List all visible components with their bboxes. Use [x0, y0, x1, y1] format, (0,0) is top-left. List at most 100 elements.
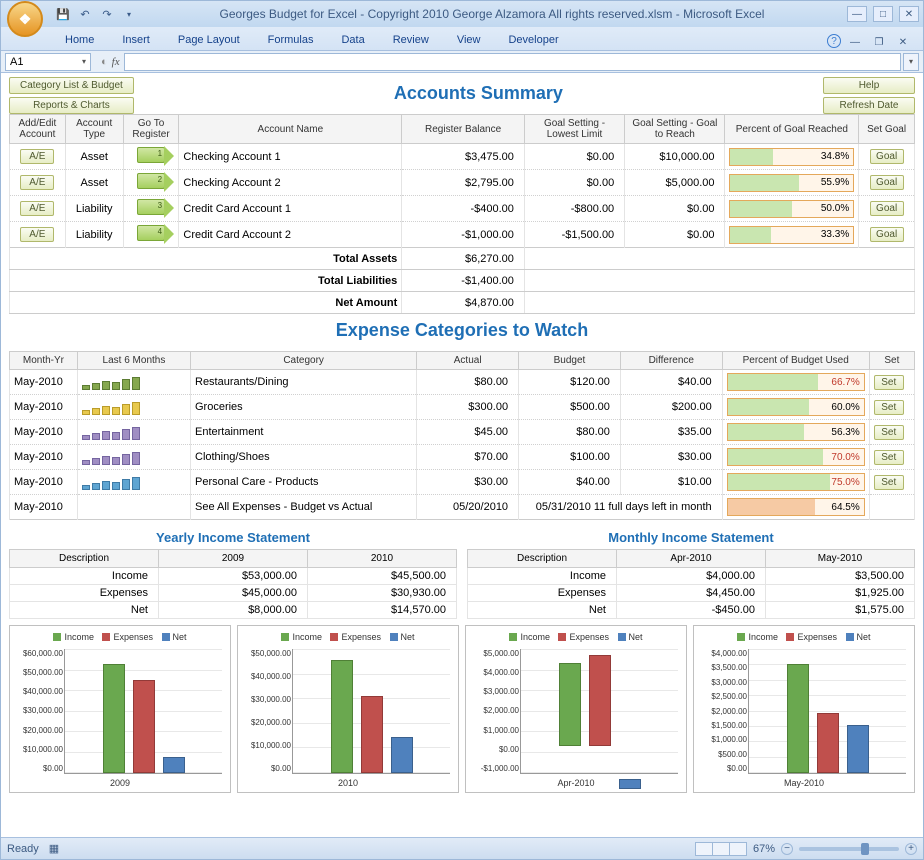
minimize-button[interactable]: — [847, 6, 867, 22]
formula-input[interactable] [124, 53, 901, 71]
goto-arrow-icon[interactable]: 2 [137, 173, 165, 189]
expense-budget: $500.00 [519, 395, 621, 420]
set-button[interactable]: Set [874, 400, 904, 415]
total-row: Total Liabilities -$1,400.00 [10, 270, 915, 292]
goal-button[interactable]: Goal [870, 175, 904, 190]
expense-category: Groceries [191, 395, 417, 420]
goto-arrow-icon[interactable]: 4 [137, 225, 165, 241]
total-row: Total Assets $6,270.00 [10, 248, 915, 270]
reports-charts-button[interactable]: Reports & Charts [9, 97, 134, 114]
tab-view[interactable]: View [443, 30, 495, 50]
statement-value-b: $1,925.00 [766, 585, 915, 602]
goal-button[interactable]: Goal [870, 149, 904, 164]
goal-reach: $0.00 [625, 222, 725, 248]
undo-icon[interactable]: ↶ [77, 6, 93, 22]
help-button[interactable]: Help [823, 77, 915, 94]
goto-arrow-icon[interactable]: 3 [137, 199, 165, 215]
register-balance: $2,795.00 [402, 170, 525, 196]
add-edit-button[interactable]: A/E [20, 149, 54, 164]
name-box[interactable]: A1 ▾ [5, 53, 91, 71]
expand-formula-bar-icon[interactable]: ▾ [903, 53, 919, 71]
statement-row: Expenses $45,000.00 $30,930.00 [10, 585, 457, 602]
tab-insert[interactable]: Insert [108, 30, 164, 50]
fx-icon[interactable]: fx [112, 56, 120, 68]
zoom-in-button[interactable]: + [905, 843, 917, 855]
sparkline [82, 449, 186, 465]
expense-budget: $40.00 [519, 470, 621, 495]
tab-developer[interactable]: Developer [494, 30, 572, 50]
ribbon-tabs: Home Insert Page Layout Formulas Data Re… [1, 27, 923, 51]
zoom-level[interactable]: 67% [753, 843, 775, 855]
monthly-table: Description Apr-2010 May-2010 Income $4,… [467, 549, 915, 619]
expense-budget: $80.00 [519, 420, 621, 445]
sparkline [82, 399, 186, 415]
chart-bar [787, 664, 809, 773]
expense-title: Expense Categories to Watch [9, 314, 915, 351]
help-icon[interactable]: ? [827, 34, 841, 48]
zoom-slider[interactable] [799, 847, 899, 851]
expense-actual: $70.00 [417, 445, 519, 470]
view-buttons[interactable] [696, 842, 747, 856]
yearly-col-desc: Description [10, 550, 159, 568]
maximize-button[interactable]: □ [873, 6, 893, 22]
col-pct-budget: Percent of Budget Used [722, 352, 869, 370]
set-button[interactable]: Set [874, 425, 904, 440]
tab-data[interactable]: Data [327, 30, 378, 50]
chart-bar [619, 779, 641, 789]
account-type: Asset [65, 170, 123, 196]
statement-row: Income $4,000.00 $3,500.00 [468, 568, 915, 585]
zoom-out-button[interactable]: − [781, 843, 793, 855]
account-type: Asset [65, 144, 123, 170]
statement-value-a: $4,000.00 [617, 568, 766, 585]
set-button[interactable]: Set [874, 475, 904, 490]
chart-bar [163, 757, 185, 773]
yearly-col-2: 2010 [308, 550, 457, 568]
set-button[interactable]: Set [874, 375, 904, 390]
expense-budget-note: 05/31/2010 11 full days left in month [519, 495, 723, 520]
expense-budget: $120.00 [519, 370, 621, 395]
macro-icon[interactable]: ▦ [49, 842, 59, 855]
doc-close-button[interactable]: ✕ [893, 34, 913, 50]
fx-circle-icon[interactable]: ◐ [101, 56, 108, 68]
add-edit-button[interactable]: A/E [20, 201, 54, 216]
chart-legend: Income Expenses Net [242, 630, 454, 645]
tab-page-layout[interactable]: Page Layout [164, 30, 254, 50]
monthly-col-1: Apr-2010 [617, 550, 766, 568]
expense-month: May-2010 [10, 420, 78, 445]
office-button[interactable]: ❖ [7, 1, 43, 37]
statement-value-a: $4,450.00 [617, 585, 766, 602]
expense-budget: $100.00 [519, 445, 621, 470]
save-icon[interactable]: 💾 [55, 6, 71, 22]
add-edit-button[interactable]: A/E [20, 175, 54, 190]
chevron-down-icon[interactable]: ▾ [82, 57, 86, 66]
register-balance: -$1,000.00 [402, 222, 525, 248]
page-break-view-icon[interactable] [729, 842, 747, 856]
goal-button[interactable]: Goal [870, 227, 904, 242]
goal-button[interactable]: Goal [870, 201, 904, 216]
normal-view-icon[interactable] [695, 842, 713, 856]
close-button[interactable]: ✕ [899, 6, 919, 22]
expense-diff: $30.00 [620, 445, 722, 470]
tab-review[interactable]: Review [379, 30, 443, 50]
expense-row: May-2010 Restaurants/Dining $80.00 $120.… [10, 370, 915, 395]
redo-icon[interactable]: ↷ [99, 6, 115, 22]
bar-chart: Income Expenses Net $60,000.00$50,000.00… [9, 625, 231, 793]
page-layout-view-icon[interactable] [712, 842, 730, 856]
chart-bar [589, 655, 611, 747]
goto-arrow-icon[interactable]: 1 [137, 147, 165, 163]
set-button[interactable]: Set [874, 450, 904, 465]
refresh-date-button[interactable]: Refresh Date [823, 97, 915, 114]
tab-formulas[interactable]: Formulas [254, 30, 328, 50]
expense-summary-row: May-2010 See All Expenses - Budget vs Ac… [10, 495, 915, 520]
statement-value-b: $45,500.00 [308, 568, 457, 585]
doc-restore-button[interactable]: ❐ [869, 34, 889, 50]
col-account-type: Account Type [65, 115, 123, 144]
qat-dropdown-icon[interactable]: ▾ [121, 6, 137, 22]
add-edit-button[interactable]: A/E [20, 227, 54, 242]
percent-bar: 33.3% [729, 226, 854, 244]
doc-minimize-button[interactable]: — [845, 34, 865, 50]
tab-home[interactable]: Home [51, 30, 108, 50]
status-ready: Ready [7, 843, 39, 855]
category-list-button[interactable]: Category List & Budget [9, 77, 134, 94]
statement-value-b: $30,930.00 [308, 585, 457, 602]
